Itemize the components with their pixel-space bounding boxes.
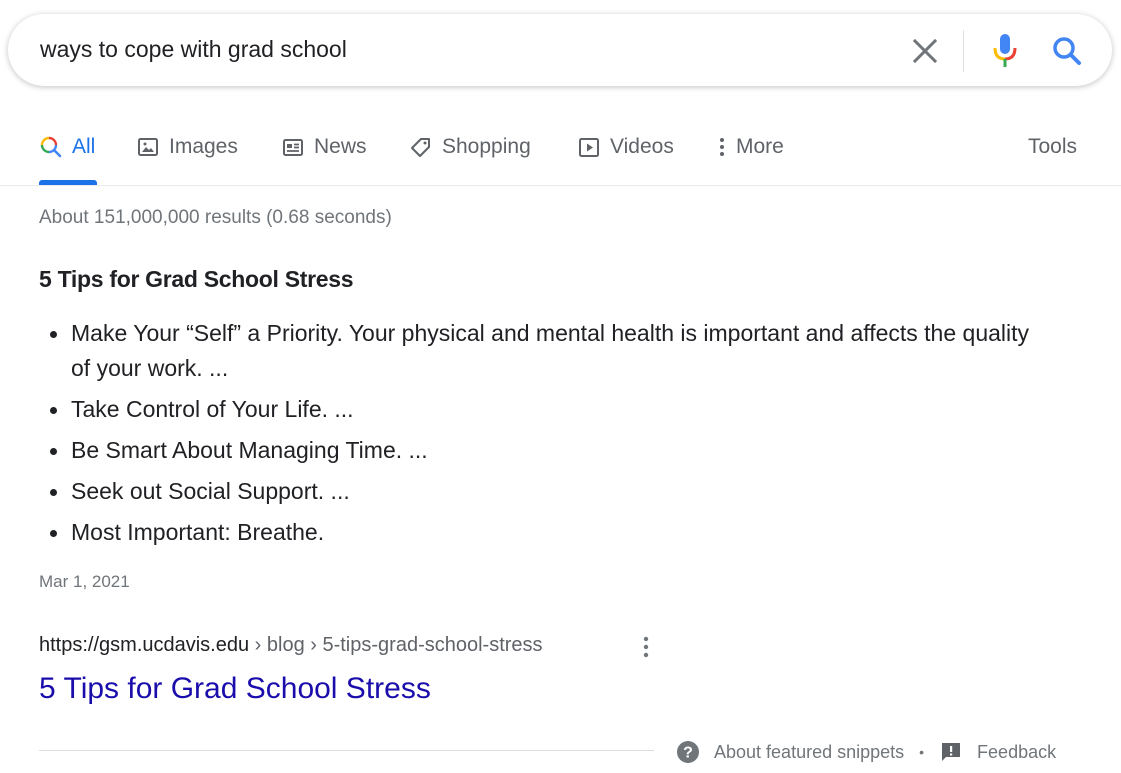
list-item: Make Your “Self” a Priority. Your physic…: [39, 316, 1039, 386]
search-icon: [1053, 37, 1081, 65]
snippet-footer: ? About featured snippets • Feedback: [676, 740, 1056, 764]
tab-label: All: [72, 135, 96, 158]
svg-text:?: ?: [683, 745, 693, 762]
tag-icon: [409, 135, 433, 159]
tab-label: Images: [169, 135, 238, 158]
voice-search-button[interactable]: [990, 32, 1020, 70]
tab-more[interactable]: More: [713, 132, 784, 162]
tab-news[interactable]: News: [281, 132, 367, 162]
search-tabs: All Images News Shopping Videos More Too…: [0, 120, 1121, 186]
close-icon: [912, 38, 938, 64]
tab-images[interactable]: Images: [136, 132, 238, 162]
play-icon: [577, 135, 601, 159]
result-path: › blog › 5-tips-grad-school-stress: [249, 634, 543, 656]
feedback-label: Feedback: [977, 741, 1057, 762]
tab-all[interactable]: All: [39, 132, 95, 162]
featured-snippet-list: Make Your “Self” a Priority. Your physic…: [39, 316, 1039, 556]
result-title-link[interactable]: 5 Tips for Grad School Stress: [39, 672, 431, 706]
clear-search-button[interactable]: [908, 34, 942, 68]
list-item: Take Control of Your Life. ...: [39, 392, 1039, 427]
tab-label: More: [736, 135, 784, 158]
list-item: Be Smart About Managing Time. ...: [39, 433, 1039, 468]
featured-snippet-heading: 5 Tips for Grad School Stress: [39, 266, 354, 292]
tab-label: News: [314, 135, 367, 158]
result-domain: https://gsm.ucdavis.edu: [39, 634, 250, 656]
feedback-icon: [939, 740, 963, 764]
tab-label: Shopping: [442, 135, 531, 158]
about-featured-snippets-label: About featured snippets: [714, 741, 905, 762]
tab-shopping[interactable]: Shopping: [409, 132, 531, 162]
feedback-link[interactable]: Feedback: [939, 740, 1056, 764]
tabs-divider: [0, 185, 1121, 186]
search-input[interactable]: [40, 36, 860, 63]
list-item: Most Important: Breathe.: [39, 515, 1039, 550]
image-icon: [136, 135, 160, 159]
footer-separator: •: [919, 744, 925, 760]
newspaper-icon: [281, 135, 305, 159]
list-item: Seek out Social Support. ...: [39, 474, 1039, 509]
tab-videos[interactable]: Videos: [577, 132, 674, 162]
about-featured-snippets-link[interactable]: ? About featured snippets: [676, 740, 904, 764]
help-icon: ?: [676, 740, 700, 764]
search-box: [8, 14, 1112, 86]
tab-label: Videos: [610, 135, 674, 158]
microphone-icon: [993, 34, 1017, 67]
result-stats: About 151,000,000 results (0.68 seconds): [39, 207, 392, 228]
search-icon: [39, 135, 63, 159]
result-url-breadcrumb[interactable]: https://gsm.ucdavis.edu › blog › 5-tips-…: [39, 634, 543, 657]
more-vertical-icon: [713, 135, 727, 159]
snippet-date: Mar 1, 2021: [39, 572, 130, 591]
more-vertical-icon: [643, 636, 649, 658]
tools-label: Tools: [1028, 135, 1078, 158]
result-options-button[interactable]: [634, 633, 658, 661]
search-box-divider: [963, 30, 964, 72]
snippet-divider: [39, 750, 654, 751]
tools-button[interactable]: Tools: [1028, 132, 1077, 162]
search-submit-button[interactable]: [1050, 34, 1084, 68]
